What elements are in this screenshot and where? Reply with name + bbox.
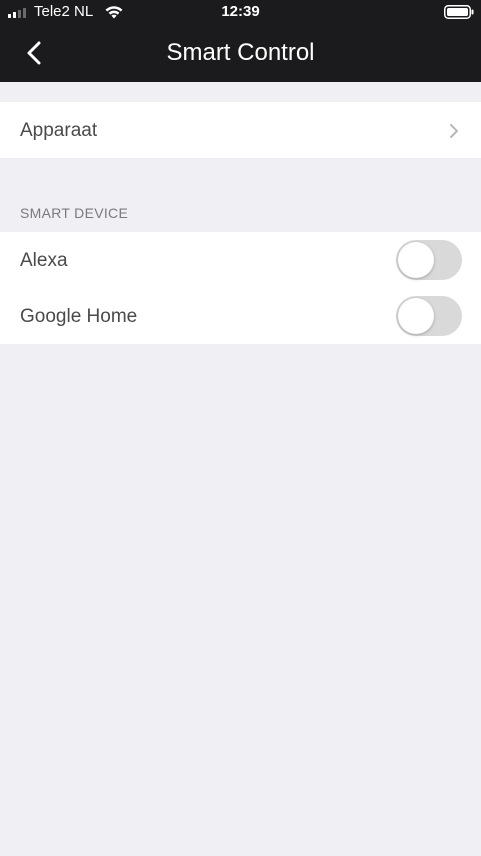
- smart-device-group: Alexa Google Home: [0, 232, 481, 344]
- device-group: Apparaat: [0, 102, 481, 158]
- smart-device-row-google-home: Google Home: [0, 288, 481, 344]
- navigation-bar: Smart Control: [0, 24, 481, 82]
- chevron-right-icon: [450, 124, 458, 138]
- status-bar: Tele2 NL 12:39: [0, 0, 481, 24]
- device-row[interactable]: Apparaat: [0, 102, 481, 158]
- battery-icon: [444, 5, 474, 19]
- screen: Tele2 NL 12:39 Smart Control Apparaat SM…: [0, 0, 481, 856]
- smart-device-row-alexa: Alexa: [0, 232, 481, 288]
- device-row-label: Apparaat: [20, 120, 98, 141]
- alexa-label: Alexa: [20, 250, 68, 271]
- toggle-knob: [398, 298, 434, 334]
- page-title: Smart Control: [166, 39, 315, 66]
- top-bar: Tele2 NL 12:39 Smart Control: [0, 0, 481, 82]
- google-home-label: Google Home: [20, 306, 138, 327]
- toggle-knob: [398, 242, 434, 278]
- section-header-smart-device: SMART DEVICE: [20, 205, 129, 221]
- status-time: 12:39: [221, 3, 260, 20]
- google-home-toggle[interactable]: [396, 296, 462, 336]
- alexa-toggle[interactable]: [396, 240, 462, 280]
